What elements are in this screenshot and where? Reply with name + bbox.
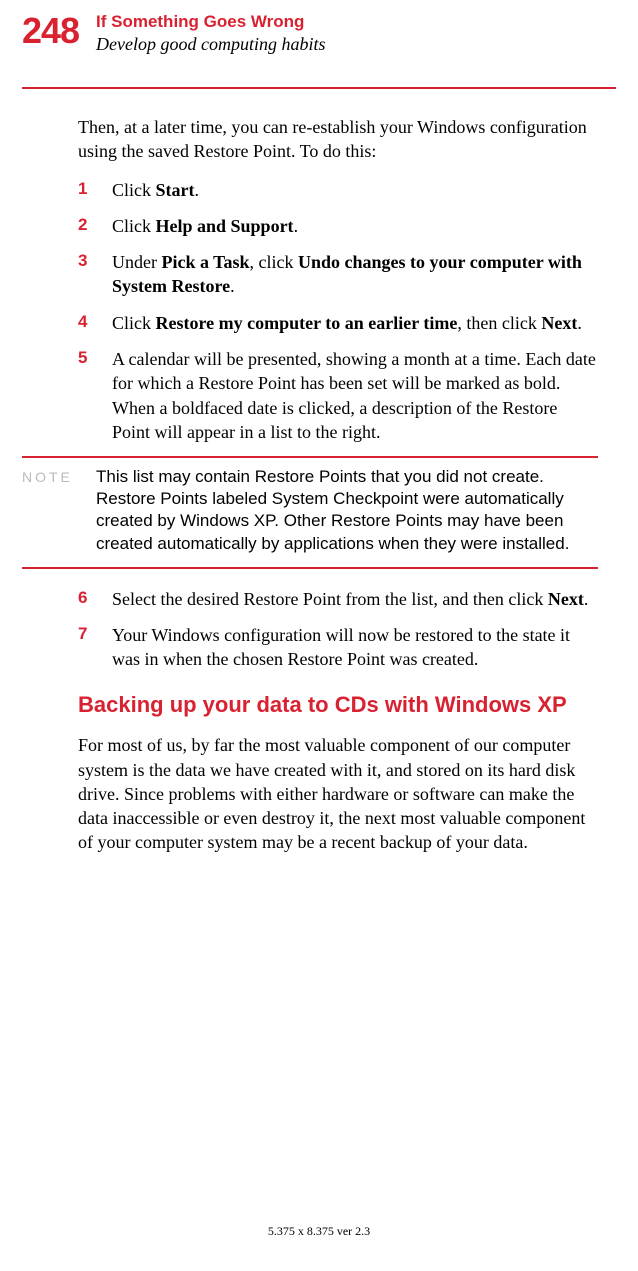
page-footer: 5.375 x 8.375 ver 2.3 (0, 1224, 638, 1239)
step-number: 7 (78, 623, 112, 672)
steps-list: 1 Click Start. 2 Click Help and Support.… (78, 178, 598, 445)
text: Click (112, 180, 156, 200)
bold-text: Restore my computer to an earlier time (156, 313, 458, 333)
section-title: Develop good computing habits (96, 34, 325, 55)
note-text: This list may contain Restore Points tha… (96, 466, 598, 554)
subheading: Backing up your data to CDs with Windows… (78, 690, 598, 720)
chapter-title: If Something Goes Wrong (96, 12, 325, 32)
note-block: NOTE This list may contain Restore Point… (22, 456, 598, 568)
step-number: 3 (78, 250, 112, 299)
bold-text: Pick a Task (161, 252, 249, 272)
text: . (577, 313, 582, 333)
page-number: 248 (22, 10, 79, 52)
header-rule (22, 87, 616, 89)
note-label: NOTE (22, 466, 96, 554)
step-text: A calendar will be presented, showing a … (112, 347, 598, 444)
step-text: Your Windows configuration will now be r… (112, 623, 598, 672)
step-2: 2 Click Help and Support. (78, 214, 598, 238)
step-text: Select the desired Restore Point from th… (112, 587, 598, 611)
step-3: 3 Under Pick a Task, click Undo changes … (78, 250, 598, 299)
step-6: 6 Select the desired Restore Point from … (78, 587, 598, 611)
text: , click (250, 252, 298, 272)
bold-text: Help and Support (156, 216, 294, 236)
bold-text: Next (541, 313, 577, 333)
text: . (230, 276, 235, 296)
step-text: Click Restore my computer to an earlier … (112, 311, 598, 335)
step-text: Under Pick a Task, click Undo changes to… (112, 250, 598, 299)
text: Click (112, 313, 156, 333)
page-header: If Something Goes Wrong Develop good com… (96, 12, 325, 55)
text: , then click (457, 313, 541, 333)
step-1: 1 Click Start. (78, 178, 598, 202)
bold-text: Next (548, 589, 584, 609)
step-text: Click Start. (112, 178, 598, 202)
step-7: 7 Your Windows configuration will now be… (78, 623, 598, 672)
bold-text: Start (156, 180, 195, 200)
steps-list-continued: 6 Select the desired Restore Point from … (78, 587, 598, 672)
step-number: 2 (78, 214, 112, 238)
step-4: 4 Click Restore my computer to an earlie… (78, 311, 598, 335)
step-text: Click Help and Support. (112, 214, 598, 238)
intro-paragraph: Then, at a later time, you can re-establ… (78, 115, 598, 164)
step-number: 1 (78, 178, 112, 202)
text: Under (112, 252, 161, 272)
text: Select the desired Restore Point from th… (112, 589, 548, 609)
text: . (294, 216, 299, 236)
text: . (584, 589, 589, 609)
step-number: 4 (78, 311, 112, 335)
step-number: 6 (78, 587, 112, 611)
text: Click (112, 216, 156, 236)
note-rule-bottom (22, 567, 598, 569)
step-5: 5 A calendar will be presented, showing … (78, 347, 598, 444)
page-content: Then, at a later time, you can re-establ… (78, 115, 598, 869)
text: . (195, 180, 200, 200)
step-number: 5 (78, 347, 112, 444)
body-paragraph: For most of us, by far the most valuable… (78, 733, 598, 854)
